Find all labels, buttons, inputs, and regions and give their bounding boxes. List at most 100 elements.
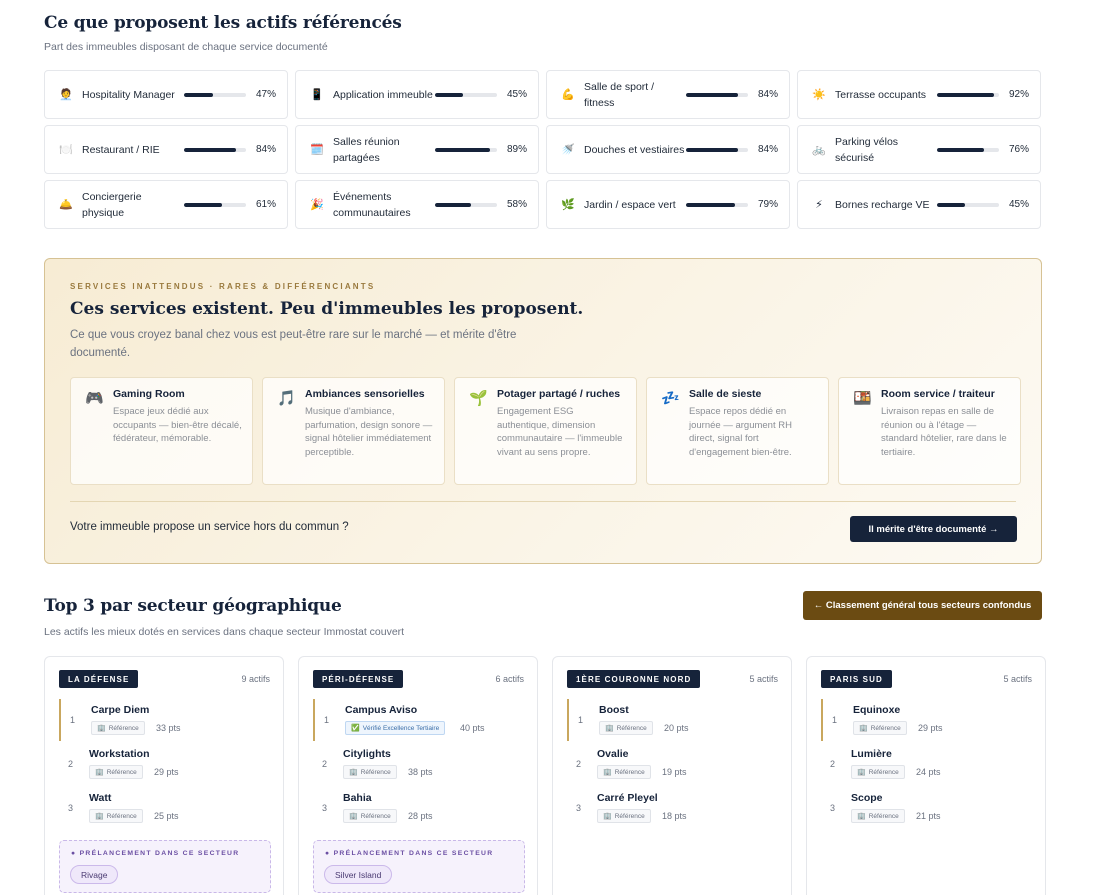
progress-fill — [435, 92, 463, 97]
service-name: Événements communautaires — [333, 190, 411, 219]
ranking-row[interactable]: 2 Workstation 🏢 Référence 29 pts — [59, 743, 269, 785]
sector-asset-count: 5 actifs — [749, 674, 778, 684]
prelaunch-text: PRÉLANCEMENT DANS CE SECTEUR — [79, 850, 240, 857]
asset-points: 38 pts — [408, 767, 433, 777]
badge-label: Référence — [870, 724, 901, 732]
rare-service-description: Livraison repas en salle de réunion ou à… — [881, 406, 1007, 458]
service-name: Application immeuble — [333, 88, 433, 101]
document-service-button[interactable]: Il mérite d'être documenté → — [850, 516, 1017, 542]
service-percentage: 76% — [1008, 144, 1029, 155]
badge-label: Référence — [868, 768, 899, 776]
service-card: 🎉 Événements communautaires 58% — [295, 180, 539, 229]
asset-name[interactable]: Boost — [599, 704, 629, 716]
service-card: ⚡ Bornes recharge VE 45% — [797, 180, 1041, 229]
service-card: ☀️ Terrasse occupants 92% — [797, 70, 1041, 119]
reference-badge: 🏢 Référence — [89, 765, 143, 779]
ranking-row[interactable]: 1 Campus Aviso ✅ Vérifié Excellence Tertiai… — [313, 699, 523, 741]
service-percentage: 47% — [255, 89, 276, 100]
prelaunch-label: ● PRÉLANCEMENT DANS CE SECTEUR — [71, 850, 239, 857]
calendar-icon: 🗓️ — [310, 144, 324, 156]
ranking-row[interactable]: 3 Scope 🏢 Référence 21 pts — [821, 787, 1031, 829]
asset-name[interactable]: Watt — [89, 792, 111, 804]
prelaunch-box: ● PRÉLANCEMENT DANS CE SECTEUR Silver Isl… — [313, 840, 525, 893]
reference-badge: 🏢 Référence — [91, 721, 145, 735]
prelaunch-chip[interactable]: Silver Island — [324, 865, 393, 884]
party-icon: 🎉 — [310, 199, 324, 211]
ranking-row[interactable]: 3 Carré Pleyel 🏢 Référence 18 pts — [567, 787, 777, 829]
sector-asset-count: 6 actifs — [495, 674, 524, 684]
general-ranking-button[interactable]: ← Classement général tous secteurs confo… — [803, 591, 1042, 620]
service-card: 🗓️ Salles réunion partagées 89% — [295, 125, 539, 174]
building-icon: 🏢 — [859, 725, 868, 732]
section-subtitle-top3: Les actifs les mieux dotés en services d… — [44, 626, 405, 638]
ranking-row[interactable]: 2 Lumière 🏢 Référence 24 pts — [821, 743, 1031, 785]
building-icon: 🏢 — [603, 769, 612, 776]
building-icon: 🏢 — [95, 769, 104, 776]
rare-service-card: 💤 Salle de sieste Espace repos dédié en jo… — [646, 377, 829, 485]
sector-card: LA DÉFENSE 9 actifs 1 Carpe Diem 🏢 Référence 3… — [44, 656, 284, 895]
plate-icon: 🍽️ — [59, 144, 73, 156]
asset-name[interactable]: Citylights — [343, 748, 391, 760]
asset-name[interactable]: Carpe Diem — [91, 704, 149, 716]
building-icon: 🏢 — [95, 813, 104, 820]
sun-icon: ☀️ — [812, 89, 826, 101]
sector-card: 1ÈRE COURONNE NORD 5 actifs 1 Boost 🏢 Référen… — [552, 656, 792, 895]
rare-service-description: Espace jeux dédié aux occupants — bien-ê… — [113, 406, 242, 445]
music-note-icon: 🎵 — [277, 390, 296, 407]
badge-label: Référence — [360, 768, 391, 776]
asset-name[interactable]: Lumière — [851, 748, 892, 760]
asset-name[interactable]: Equinoxe — [853, 704, 900, 716]
progress-bar — [435, 202, 497, 207]
progress-fill — [435, 202, 471, 207]
ranking-row[interactable]: 2 Ovalie 🏢 Référence 19 pts — [567, 743, 777, 785]
progress-fill — [184, 202, 222, 207]
ranking-row[interactable]: 3 Watt 🏢 Référence 25 pts — [59, 787, 269, 829]
lightning-icon: ⚡ — [815, 199, 823, 211]
rank-number: 2 — [322, 759, 328, 769]
reference-badge: 🏢 Référence — [597, 765, 651, 779]
service-card: 💪 Salle de sport / fitness 84% — [546, 70, 790, 119]
asset-name[interactable]: Ovalie — [597, 748, 629, 760]
rank-number: 2 — [68, 759, 74, 769]
service-name: Hospitality Manager — [82, 88, 175, 101]
progress-bar — [686, 147, 748, 152]
ranking-row[interactable]: 1 Carpe Diem 🏢 Référence 33 pts — [59, 699, 269, 741]
progress-fill — [937, 92, 995, 97]
asset-points: 33 pts — [156, 723, 181, 733]
asset-name[interactable]: Scope — [851, 792, 883, 804]
sleep-icon: 💤 — [661, 390, 680, 407]
ranking-row[interactable]: 1 Equinoxe 🏢 Référence 29 pts — [821, 699, 1031, 741]
rare-service-title: Gaming Room — [113, 388, 185, 400]
rare-eyebrow: SERVICES INATTENDUS · RARES & DIFFÉRENCI… — [70, 282, 376, 291]
badge-label: Référence — [614, 812, 645, 820]
service-name: Parking vélos sécurisé — [835, 135, 899, 164]
badge-label: Référence — [614, 768, 645, 776]
bento-icon: 🍱 — [853, 390, 872, 407]
rare-service-title: Potager partagé / ruches — [497, 388, 621, 400]
asset-name[interactable]: Campus Aviso — [345, 704, 417, 716]
asset-points: 18 pts — [662, 811, 687, 821]
prelaunch-box: ● PRÉLANCEMENT DANS CE SECTEUR Rivage — [59, 840, 271, 893]
rare-services-panel: SERVICES INATTENDUS · RARES & DIFFÉRENCI… — [44, 258, 1042, 564]
section-subtitle-offer: Part des immeubles disposant de chaque s… — [44, 41, 328, 53]
rare-service-body: Gaming Room Espace jeux dédié aux occupan… — [113, 388, 242, 484]
ranking-row[interactable]: 2 Citylights 🏢 Référence 38 pts — [313, 743, 523, 785]
progress-fill — [686, 92, 739, 97]
service-card: 🍽️ Restaurant / RIE 84% — [44, 125, 288, 174]
ranking-row[interactable]: 3 Bahia 🏢 Référence 28 pts — [313, 787, 523, 829]
sector-badge: LA DÉFENSE — [59, 670, 139, 688]
asset-name[interactable]: Bahia — [343, 792, 372, 804]
divider — [70, 501, 1016, 502]
prelaunch-chip[interactable]: Rivage — [70, 865, 119, 884]
progress-bar — [184, 147, 246, 152]
asset-name[interactable]: Workstation — [89, 748, 149, 760]
prelaunch-text: PRÉLANCEMENT DANS CE SECTEUR — [333, 850, 494, 857]
building-icon: 🏢 — [857, 813, 866, 820]
progress-bar — [184, 202, 246, 207]
asset-name[interactable]: Carré Pleyel — [597, 792, 658, 804]
rare-service-body: Ambiances sensorielles Musique d'ambiance… — [305, 388, 434, 484]
service-name: Conciergerie physique — [82, 190, 142, 219]
ranking-row[interactable]: 1 Boost 🏢 Référence 20 pts — [567, 699, 777, 741]
rank-number: 1 — [324, 715, 330, 725]
rare-title: Ces services existent. Peu d'immeubles l… — [70, 299, 584, 319]
